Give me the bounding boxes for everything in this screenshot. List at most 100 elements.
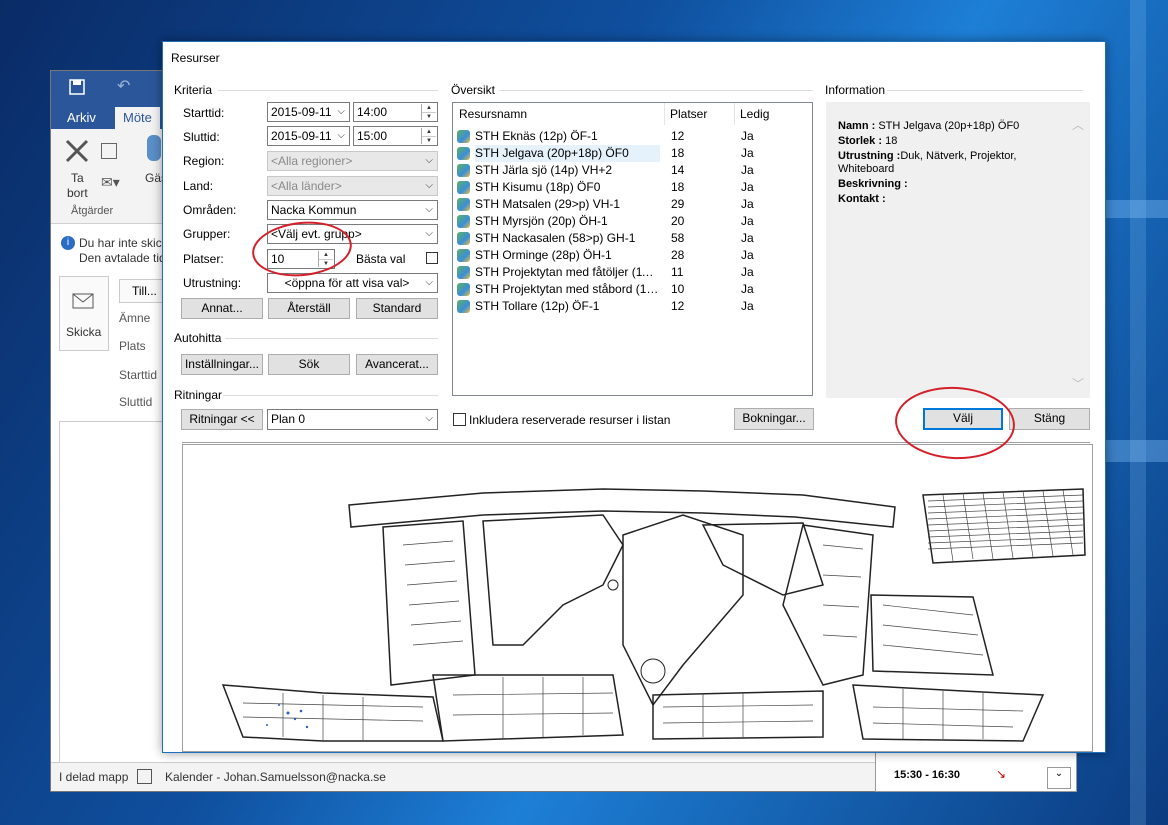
chevron-down-icon: ⌵ <box>337 130 345 141</box>
resource-name: STH Jelgava (20p+18p) ÖF0 <box>475 145 660 162</box>
land-select: <Alla länder> ⌵ <box>267 176 438 196</box>
start-time-label: Starttid <box>119 368 158 382</box>
advanced-button[interactable]: Avancerat... <box>356 354 438 375</box>
info-description: Beskrivning : <box>838 178 908 190</box>
floor-plan-drawing[interactable] <box>182 444 1093 752</box>
start-label: Starttid: <box>183 106 225 120</box>
resource-free: Ja <box>741 214 754 228</box>
resource-seats: 18 <box>671 146 685 160</box>
cursor-icon: ↘ <box>996 767 1007 781</box>
column-header-free[interactable]: Ledig <box>740 107 769 121</box>
area-select[interactable]: Nacka Kommun ⌵ <box>267 200 438 220</box>
best-choice-checkbox[interactable] <box>426 252 438 264</box>
group-divider <box>499 90 813 91</box>
best-choice-label: Bästa val <box>356 252 406 266</box>
spin-buttons[interactable]: ▲ ▼ <box>421 104 436 120</box>
send-button[interactable]: Skicka <box>59 276 109 351</box>
room-icon <box>457 164 470 177</box>
resource-free: Ja <box>741 231 754 245</box>
tab-mote[interactable]: Möte <box>115 107 160 129</box>
reset-button[interactable]: Återställ <box>268 298 350 319</box>
drawings-toggle-button[interactable]: Ritningar << <box>181 409 263 430</box>
spin-buttons[interactable]: ▲ ▼ <box>421 128 436 144</box>
room-icon <box>457 198 470 211</box>
column-divider <box>664 103 665 125</box>
table-row[interactable]: STH Järla sjö (14p) VH+2 14 Ja <box>455 162 810 179</box>
resource-seats: 20 <box>671 214 685 228</box>
attendee-icon[interactable] <box>147 135 161 161</box>
resource-name: STH Kisumu (18p) ÖF0 <box>475 180 601 194</box>
email-icon[interactable]: ✉▾ <box>101 174 120 191</box>
chevron-down-icon[interactable]: ⌄ <box>1047 767 1071 789</box>
table-row[interactable]: STH Projektytan med ståbord (10p) ... 10 J… <box>455 281 810 298</box>
resource-seats: 11 <box>671 265 684 279</box>
resource-free: Ja <box>741 129 754 143</box>
close-button[interactable]: Stäng <box>1009 408 1090 430</box>
table-row[interactable]: STH Tollare (12p) ÖF-1 12 Ja <box>455 298 810 315</box>
other-button[interactable]: Annat... <box>181 298 263 319</box>
chevron-down-icon: ⌵ <box>425 277 433 288</box>
chevron-down-icon: ⌵ <box>425 204 433 215</box>
calendar-icon <box>137 769 152 784</box>
table-row[interactable]: STH Myrsjön (20p) ÖH-1 20 Ja <box>455 213 810 230</box>
resource-list[interactable]: Resursnamn Platser Ledig STH Eknäs (12p)… <box>452 102 813 396</box>
room-icon <box>457 266 470 279</box>
column-header-name[interactable]: Resursnamn <box>459 107 527 121</box>
resource-name: STH Eknäs (12p) ÖF-1 <box>475 129 598 143</box>
standard-button[interactable]: Standard <box>356 298 438 319</box>
delete-label: Ta <box>71 171 84 185</box>
include-reserved-label: Inkludera reserverade resurser i listan <box>469 413 671 427</box>
resource-seats: 18 <box>671 180 685 194</box>
land-label: Land: <box>183 179 214 193</box>
room-icon <box>457 181 470 194</box>
groups-label: Grupper: <box>183 227 231 241</box>
resource-seats: 12 <box>671 129 685 143</box>
room-icon <box>457 215 470 228</box>
table-row[interactable]: STH Orminge (28p) ÖH-1 28 Ja <box>455 247 810 264</box>
plan-select[interactable]: Plan 0 ⌵ <box>267 409 438 430</box>
table-row[interactable]: STH Matsalen (29>p) VH-1 29 Ja <box>455 196 810 213</box>
end-date-picker[interactable]: 2015-09-11 ⌵ <box>267 126 350 146</box>
resource-free: Ja <box>741 282 754 296</box>
info-message: Du har inte skick <box>79 236 168 250</box>
info-equipment-cont: Whiteboard <box>838 163 895 175</box>
scroll-down-icon[interactable]: ﹀ <box>1072 375 1084 392</box>
resource-free: Ja <box>741 248 754 262</box>
dialog-title: Resurser <box>171 51 220 65</box>
table-row[interactable]: STH Jelgava (20p+18p) ÖF0 18 Ja <box>455 145 810 162</box>
save-icon[interactable] <box>69 79 85 95</box>
chevron-down-icon: ⌵ <box>425 413 433 424</box>
start-date-picker[interactable]: 2015-09-11 ⌵ <box>267 102 350 122</box>
schedule-time: 15:30 - 16:30 <box>894 769 961 781</box>
column-divider <box>734 103 735 125</box>
delete-icon[interactable] <box>63 137 91 165</box>
room-icon <box>457 147 470 160</box>
settings-button[interactable]: Inställningar... <box>181 354 263 375</box>
info-equipment: Utrustning :Duk, Nätverk, Projektor, <box>838 150 1017 162</box>
tab-arkiv[interactable]: Arkiv <box>59 107 104 129</box>
resource-free: Ja <box>741 180 754 194</box>
info-contact: Kontakt : <box>838 193 886 205</box>
include-reserved-checkbox[interactable] <box>453 413 466 426</box>
room-icon <box>457 232 470 245</box>
resource-free: Ja <box>741 163 754 177</box>
room-icon <box>457 300 470 313</box>
start-time-stepper[interactable]: 14:00 ▲ ▼ <box>353 102 438 122</box>
kriteria-group-label: Kriteria <box>174 83 213 97</box>
scroll-up-icon[interactable]: ︿ <box>1072 116 1084 133</box>
equipment-label: Utrustning: <box>183 276 242 290</box>
search-button[interactable]: Sök <box>268 354 350 375</box>
table-row[interactable]: STH Projektytan med fåtöljer (11p) ... 11… <box>455 264 810 281</box>
table-row[interactable]: STH Eknäs (12p) ÖF-1 12 Ja <box>455 128 810 145</box>
end-time-stepper[interactable]: 15:00 ▲ ▼ <box>353 126 438 146</box>
room-icon <box>457 130 470 143</box>
table-row[interactable]: STH Kisumu (18p) ÖF0 18 Ja <box>455 179 810 196</box>
calendar-icon[interactable] <box>101 143 117 159</box>
undo-icon[interactable]: ↶ <box>117 76 130 96</box>
resource-name: STH Nackasalen (58>p) GH-1 <box>475 231 636 245</box>
group-divider <box>225 338 438 339</box>
column-header-seats[interactable]: Platser <box>670 107 707 121</box>
bookings-button[interactable]: Bokningar... <box>734 408 814 430</box>
resource-free: Ja <box>741 146 754 160</box>
table-row[interactable]: STH Nackasalen (58>p) GH-1 58 Ja <box>455 230 810 247</box>
